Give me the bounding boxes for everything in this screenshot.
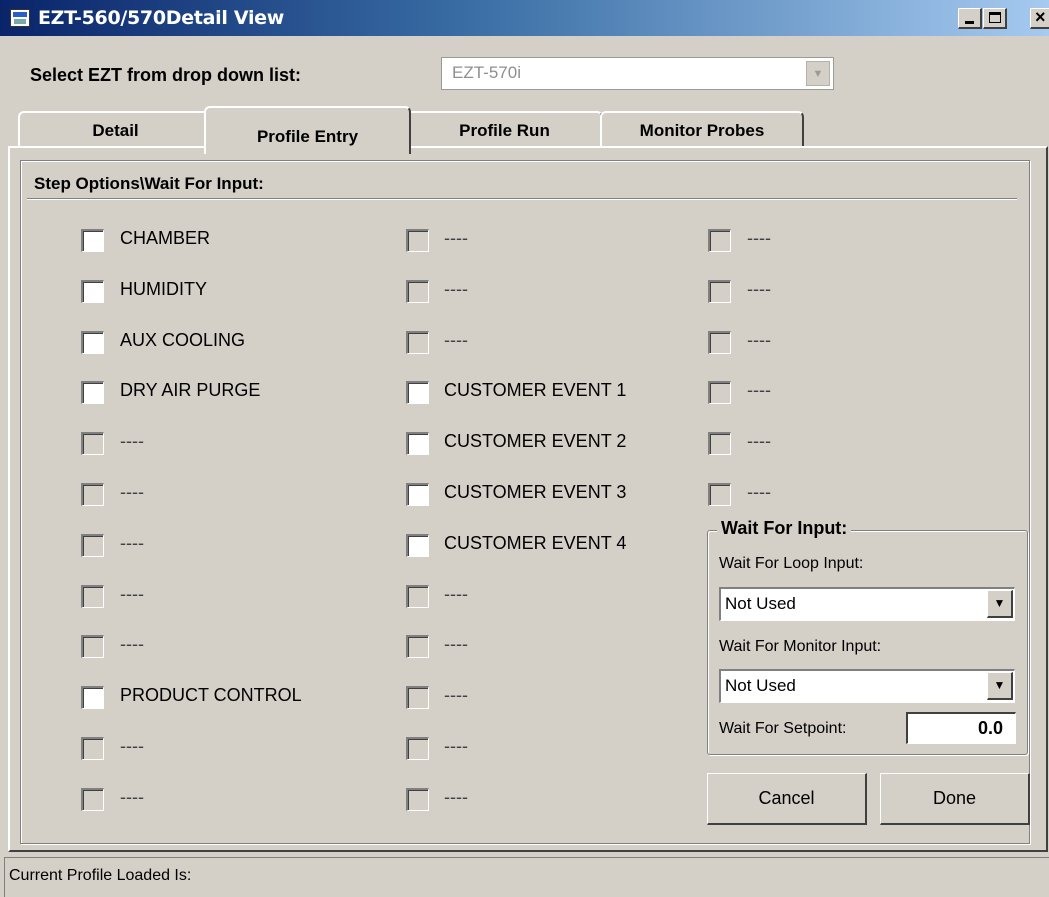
checkbox: [708, 280, 731, 303]
minimize-icon: [965, 21, 974, 24]
checkbox: [81, 635, 104, 658]
checkbox: [406, 635, 429, 658]
close-button[interactable]: ×: [1030, 7, 1049, 29]
checkbox[interactable]: [81, 331, 104, 354]
tab-monitor-probes[interactable]: Monitor Probes: [600, 111, 804, 148]
wait-setpoint-input[interactable]: 0.0: [906, 712, 1016, 744]
checkbox: [708, 331, 731, 354]
checkbox: [708, 432, 731, 455]
ezt-dropdown-value: EZT-570i: [452, 63, 521, 82]
checkbox-label: ----: [444, 228, 468, 248]
checkbox-label: ----: [747, 482, 771, 502]
wait-monitor-value: Not Used: [725, 676, 796, 695]
maximize-icon: [989, 12, 1001, 23]
checkbox[interactable]: [406, 483, 429, 506]
chevron-down-icon[interactable]: ▼: [806, 61, 830, 86]
chevron-down-icon[interactable]: ▼: [987, 672, 1013, 700]
wait-loop-label: Wait For Loop Input:: [719, 555, 864, 572]
checkbox: [708, 229, 731, 252]
checkbox[interactable]: [81, 280, 104, 303]
tab-profile-entry[interactable]: Profile Entry: [204, 106, 411, 154]
checkbox-label: ----: [444, 279, 468, 299]
tab-monitor-probes-label: Monitor Probes: [639, 121, 765, 140]
checkbox-label: HUMIDITY: [120, 279, 207, 299]
checkbox-label: ----: [120, 482, 144, 502]
close-icon: ×: [1035, 7, 1046, 27]
checkbox-label: ----: [444, 584, 468, 604]
wait-loop-select[interactable]: Not Used ▼: [719, 587, 1015, 621]
ezt-select-label: Select EZT from drop down list:: [30, 65, 302, 85]
wait-monitor-label: Wait For Monitor Input:: [719, 638, 882, 655]
checkbox: [81, 483, 104, 506]
chevron-down-icon[interactable]: ▼: [987, 590, 1013, 618]
done-button[interactable]: Done: [880, 773, 1030, 825]
checkbox-label: CUSTOMER EVENT 3: [444, 482, 627, 502]
checkbox: [708, 483, 731, 506]
checkbox-label: ----: [120, 533, 144, 553]
tab-profile-run[interactable]: Profile Run: [406, 111, 603, 148]
checkbox: [81, 788, 104, 811]
checkbox: [406, 686, 429, 709]
checkbox-label: ----: [747, 330, 771, 350]
checkbox[interactable]: [81, 229, 104, 252]
step-options-title: Step Options\Wait For Input:: [34, 174, 264, 193]
checkbox: [406, 331, 429, 354]
checkbox-label: CUSTOMER EVENT 1: [444, 380, 627, 400]
checkbox: [406, 229, 429, 252]
checkbox-label: ----: [747, 228, 771, 248]
checkbox-label: ----: [120, 431, 144, 451]
checkbox: [81, 432, 104, 455]
minimize-button[interactable]: [958, 8, 982, 29]
checkbox-label: CUSTOMER EVENT 2: [444, 431, 627, 451]
checkbox-label: DRY AIR PURGE: [120, 380, 261, 400]
cancel-button[interactable]: Cancel: [707, 773, 867, 825]
checkbox-label: CUSTOMER EVENT 4: [444, 533, 627, 553]
title-bar: EZT-560/570Detail View ×: [0, 0, 1049, 36]
checkbox-label: ----: [444, 787, 468, 807]
checkbox-label: AUX COOLING: [120, 330, 246, 350]
checkbox: [406, 280, 429, 303]
window-title: EZT-560/570Detail View: [38, 7, 284, 29]
checkbox-label: ----: [747, 380, 771, 400]
checkbox: [406, 585, 429, 608]
wait-setpoint-label: Wait For Setpoint:: [719, 720, 847, 737]
checkbox-label: ----: [444, 685, 468, 705]
checkbox: [406, 737, 429, 760]
checkbox-label: ----: [120, 634, 144, 654]
checkbox: [708, 381, 731, 404]
checkbox: [81, 585, 104, 608]
checkbox-label: CHAMBER: [120, 228, 211, 248]
tab-profile-run-label: Profile Run: [459, 121, 550, 140]
checkbox: [406, 788, 429, 811]
checkbox-label: ----: [120, 736, 144, 756]
wait-loop-value: Not Used: [725, 594, 796, 613]
checkbox: [81, 737, 104, 760]
checkbox[interactable]: [81, 686, 104, 709]
checkbox[interactable]: [406, 534, 429, 557]
tab-detail-label: Detail: [92, 121, 139, 140]
ezt-dropdown[interactable]: EZT-570i ▼: [441, 57, 834, 90]
checkbox-label: ----: [747, 431, 771, 451]
checkbox-label: ----: [444, 736, 468, 756]
checkbox[interactable]: [406, 432, 429, 455]
checkbox-label: ----: [120, 584, 144, 604]
checkbox[interactable]: [406, 381, 429, 404]
status-bar: Current Profile Loaded Is:: [4, 857, 1049, 897]
checkbox-label: ----: [120, 787, 144, 807]
checkbox-label: ----: [444, 634, 468, 654]
checkbox-label: ----: [444, 330, 468, 350]
group-divider: [27, 198, 1017, 200]
tab-profile-entry-label: Profile Entry: [256, 127, 359, 146]
app-icon: [10, 9, 30, 27]
status-text: Current Profile Loaded Is:: [9, 867, 192, 884]
checkbox: [81, 534, 104, 557]
wait-for-input-title: Wait For Input:: [717, 518, 852, 539]
checkbox-label: ----: [747, 279, 771, 299]
maximize-button[interactable]: [983, 8, 1007, 29]
checkbox-label: PRODUCT CONTROL: [120, 685, 302, 705]
checkbox[interactable]: [81, 381, 104, 404]
wait-monitor-select[interactable]: Not Used ▼: [719, 669, 1015, 703]
tab-detail[interactable]: Detail: [18, 111, 213, 148]
